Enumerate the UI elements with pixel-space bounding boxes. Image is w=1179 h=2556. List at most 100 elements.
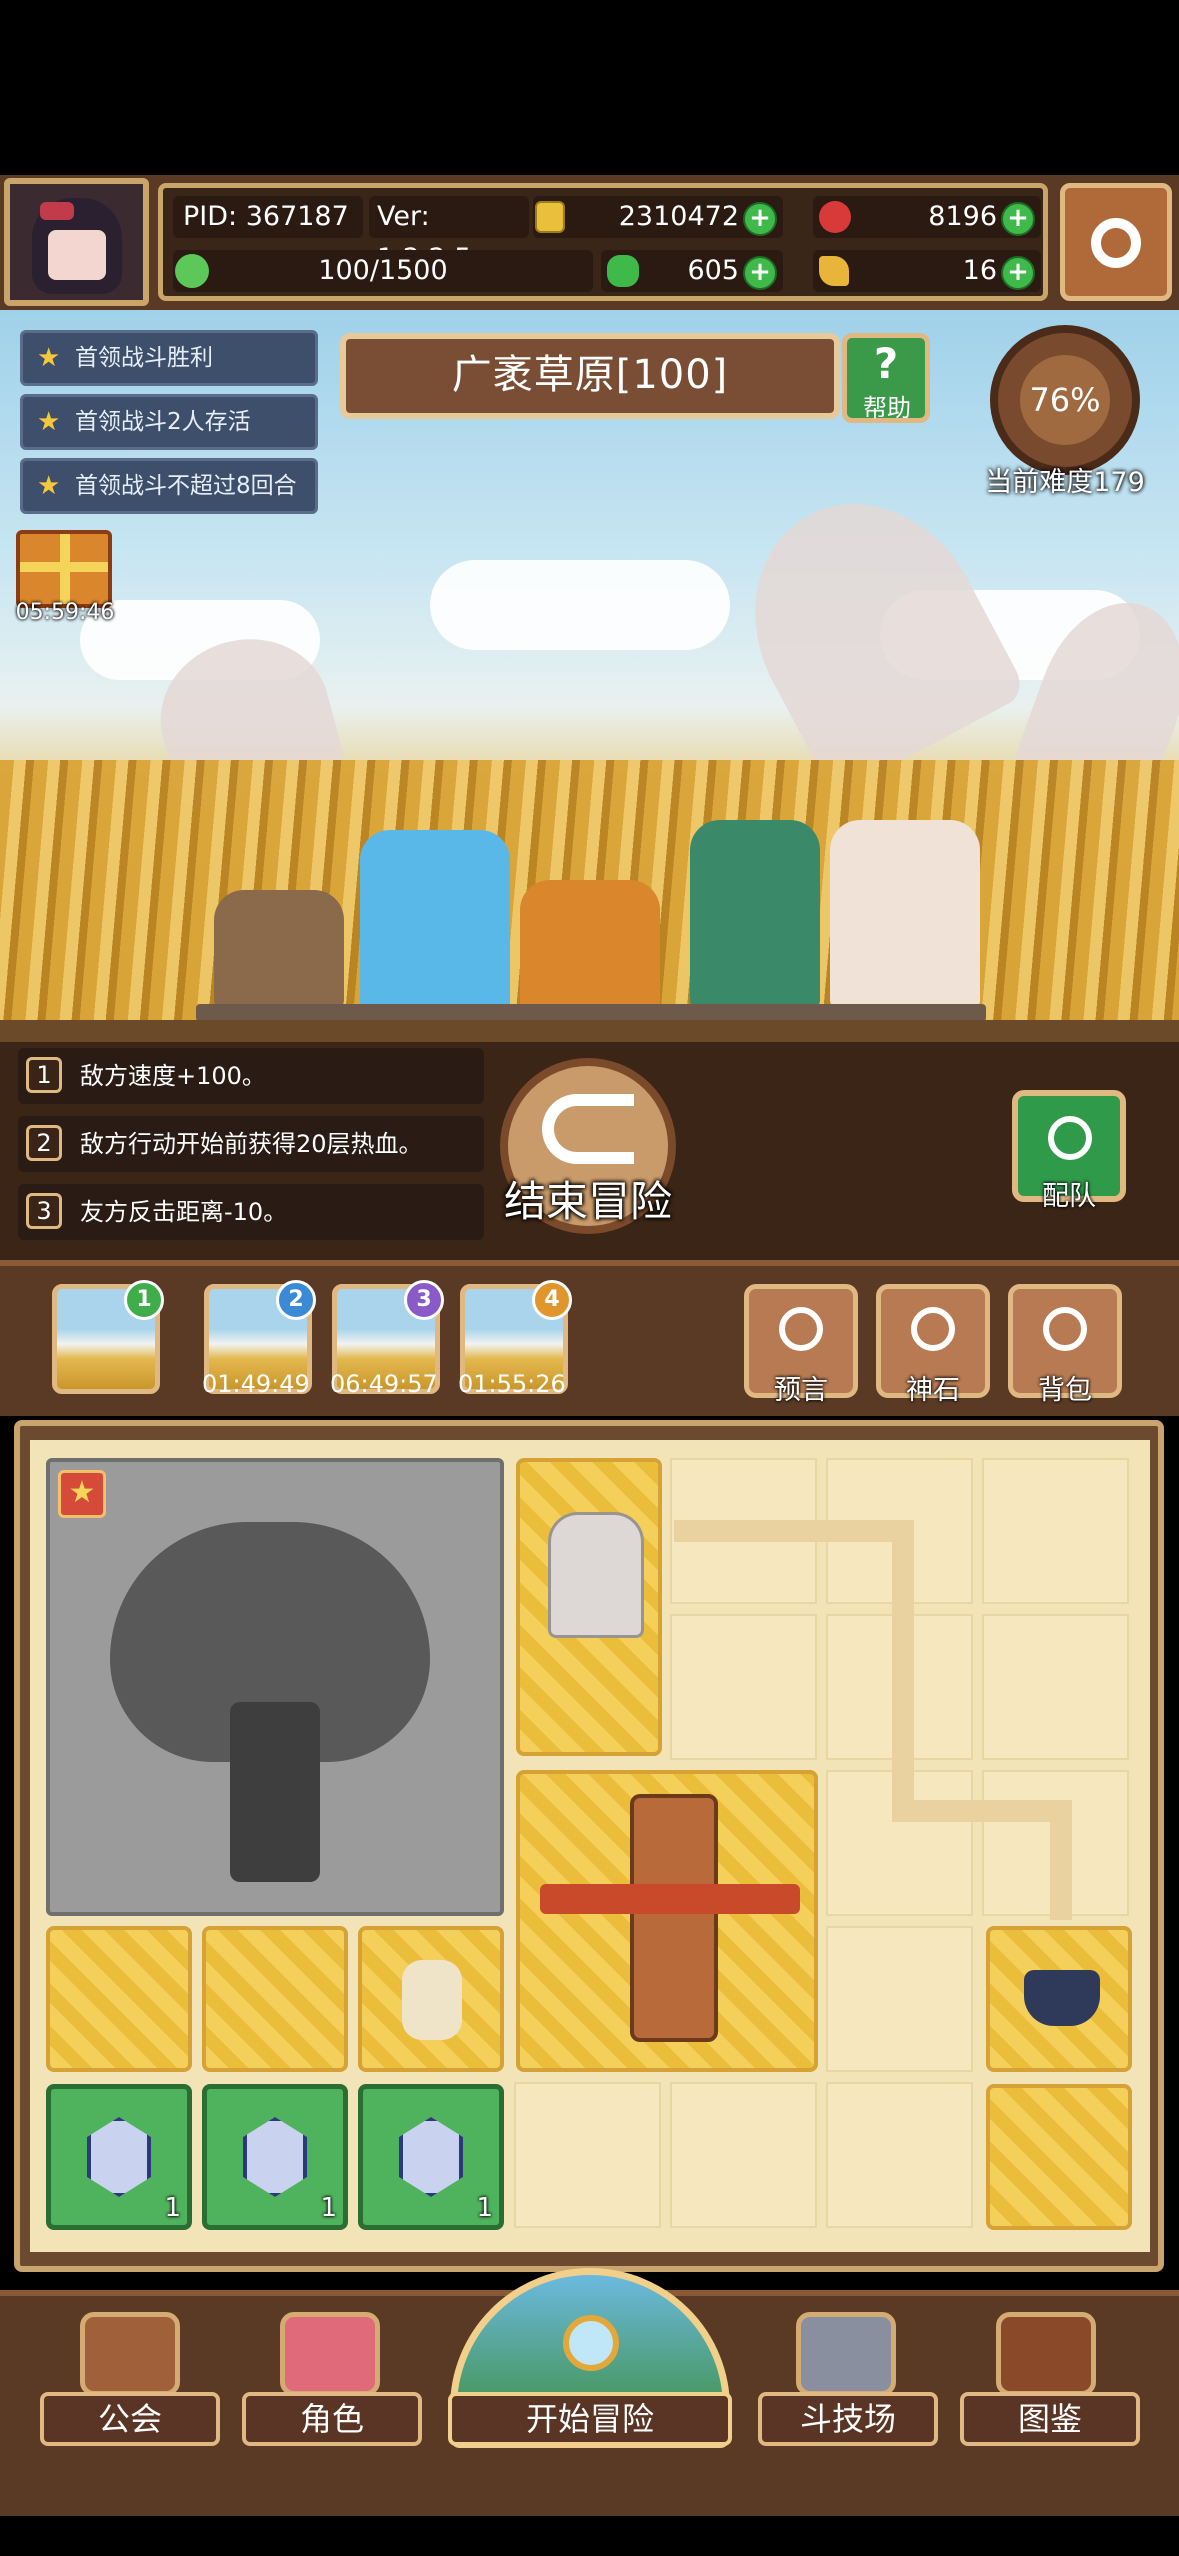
cauldron-icon (1024, 1970, 1100, 2026)
player-info-panel: PID: 367187 Ver: 1.2.2.5 100/1500 231047… (158, 183, 1048, 301)
board-cell[interactable] (826, 2082, 973, 2228)
difficulty-percent: 76% (1020, 355, 1110, 445)
clover-counter: 605 + (601, 250, 783, 292)
magnifier-icon (563, 2315, 619, 2371)
cloud (430, 560, 730, 650)
star-icon: ★ (58, 1470, 106, 1518)
stone-golem-icon (548, 1512, 644, 1638)
rule-text: 敌方速度+100。 (80, 1062, 266, 1090)
hero-bunny-girl[interactable] (690, 820, 820, 1010)
hero-barrel-creature[interactable] (214, 890, 344, 1010)
hero-ice-queen[interactable] (360, 830, 510, 1020)
player-avatar[interactable] (4, 178, 149, 306)
map-timer-4: 01:55:26 (458, 1370, 566, 1398)
quest-text: 首领战斗2人存活 (75, 409, 251, 435)
rule-number: 3 (26, 1193, 62, 1229)
hero-monkey[interactable] (520, 880, 660, 1020)
crystal-icon (87, 2117, 151, 2197)
settings-button[interactable] (1060, 183, 1172, 301)
backpack-icon (1043, 1307, 1087, 1351)
board-cell[interactable] (514, 2082, 661, 2228)
nav-arena[interactable]: 斗技场 (758, 2392, 938, 2446)
gift-box-icon[interactable] (16, 530, 112, 608)
nav-character[interactable]: 角色 (242, 2392, 422, 2446)
gem-count: 1 (164, 2193, 181, 2223)
map-badge-1: 1 (124, 1280, 164, 1320)
character-icon (280, 2312, 380, 2396)
rule-text: 敌方行动开始前获得20层热血。 (80, 1130, 423, 1158)
nav-guild[interactable]: 公会 (40, 2392, 220, 2446)
board-cell[interactable] (826, 1926, 973, 2072)
star-icon: ★ (37, 407, 61, 437)
gold-value: 2310472 (618, 201, 739, 232)
rule-number: 1 (26, 1057, 62, 1093)
help-button[interactable]: ? 帮助 (842, 333, 930, 423)
add-clover-button[interactable]: + (743, 256, 777, 290)
board-cell[interactable] (670, 1614, 817, 1760)
golden-tile[interactable] (986, 2084, 1132, 2230)
ruby-icon (819, 201, 851, 233)
quest-text: 首领战斗胜利 (75, 345, 213, 371)
totem-tile[interactable] (516, 1770, 818, 2072)
difficulty-dial[interactable]: 76% (990, 325, 1140, 475)
crystal-icon (243, 2117, 307, 2197)
stone-golem-tile[interactable] (516, 1458, 662, 1756)
key-icon (819, 256, 849, 286)
board-path (892, 1520, 914, 1820)
skeleton-icon (402, 1960, 462, 2040)
cauldron-tile[interactable] (986, 1926, 1132, 2072)
clover-icon (607, 255, 639, 287)
crystal-icon (399, 2117, 463, 2197)
map-strip (0, 1260, 1179, 1416)
avatar-face (48, 230, 106, 280)
nav-start-adventure[interactable]: 开始冒险 (448, 2392, 732, 2446)
stage-title: 广袤草原[100] (340, 333, 840, 419)
map-timer-2: 01:49:49 (202, 1370, 310, 1398)
guild-icon (80, 2312, 180, 2396)
key-counter: 16 + (813, 250, 1041, 292)
gift-ribbon (20, 562, 108, 572)
difficulty-label: 当前难度179 (985, 467, 1145, 498)
gem-tile[interactable]: 1 (358, 2084, 504, 2230)
godstone-label: 神石 (906, 1375, 960, 1406)
quest-item: ★ 首领战斗不超过8回合 (20, 458, 318, 514)
ruby-counter: 8196 + (813, 196, 1041, 238)
gear-icon (1091, 218, 1141, 268)
board-cell[interactable] (670, 2082, 817, 2228)
map-timer-3: 06:49:57 (330, 1370, 438, 1398)
gem-count: 1 (476, 2193, 493, 2223)
golden-tile[interactable] (46, 1926, 192, 2072)
skeleton-tile[interactable] (358, 1926, 504, 2072)
gem-tile[interactable]: 1 (46, 2084, 192, 2230)
add-gold-button[interactable]: + (743, 202, 777, 236)
gift-timer: 05:59:46 (15, 600, 115, 625)
star-icon: ★ (37, 471, 61, 501)
quest-item: ★ 首领战斗2人存活 (20, 394, 318, 450)
godstone-icon (911, 1307, 955, 1351)
hero-white-priestess[interactable] (830, 820, 980, 1010)
key-value: 16 (962, 255, 997, 286)
quest-item: ★ 首领战斗胜利 (20, 330, 318, 386)
ruby-value: 8196 (928, 201, 997, 232)
board-cell[interactable] (982, 1458, 1129, 1604)
star-icon: ★ (37, 343, 61, 373)
golden-tile[interactable] (202, 1926, 348, 2072)
end-adventure-label: 结束冒险 (503, 1177, 672, 1226)
map-badge-4: 4 (532, 1280, 572, 1320)
gem-tile[interactable]: 1 (202, 2084, 348, 2230)
add-ruby-button[interactable]: + (1001, 202, 1035, 236)
rule-item: 2 敌方行动开始前获得20层热血。 (18, 1116, 484, 1172)
totem-pole-icon (630, 1794, 718, 2042)
team-label: 配队 (1042, 1181, 1096, 1212)
tree-trunk (230, 1702, 320, 1882)
version-label: Ver: 1.2.2.5 (369, 196, 529, 274)
rule-text: 友方反击距离-10。 (80, 1198, 288, 1226)
add-key-button[interactable]: + (1001, 256, 1035, 290)
locked-tree-tile[interactable]: ★ (46, 1458, 504, 1916)
gold-counter: 2310472 + (533, 196, 783, 238)
exp-bar: 100/1500 (173, 250, 593, 292)
prophecy-label: 预言 (774, 1375, 828, 1406)
nav-codex[interactable]: 图鉴 (960, 2392, 1140, 2446)
quest-text: 首领战斗不超过8回合 (75, 473, 297, 499)
board-cell[interactable] (982, 1614, 1129, 1760)
